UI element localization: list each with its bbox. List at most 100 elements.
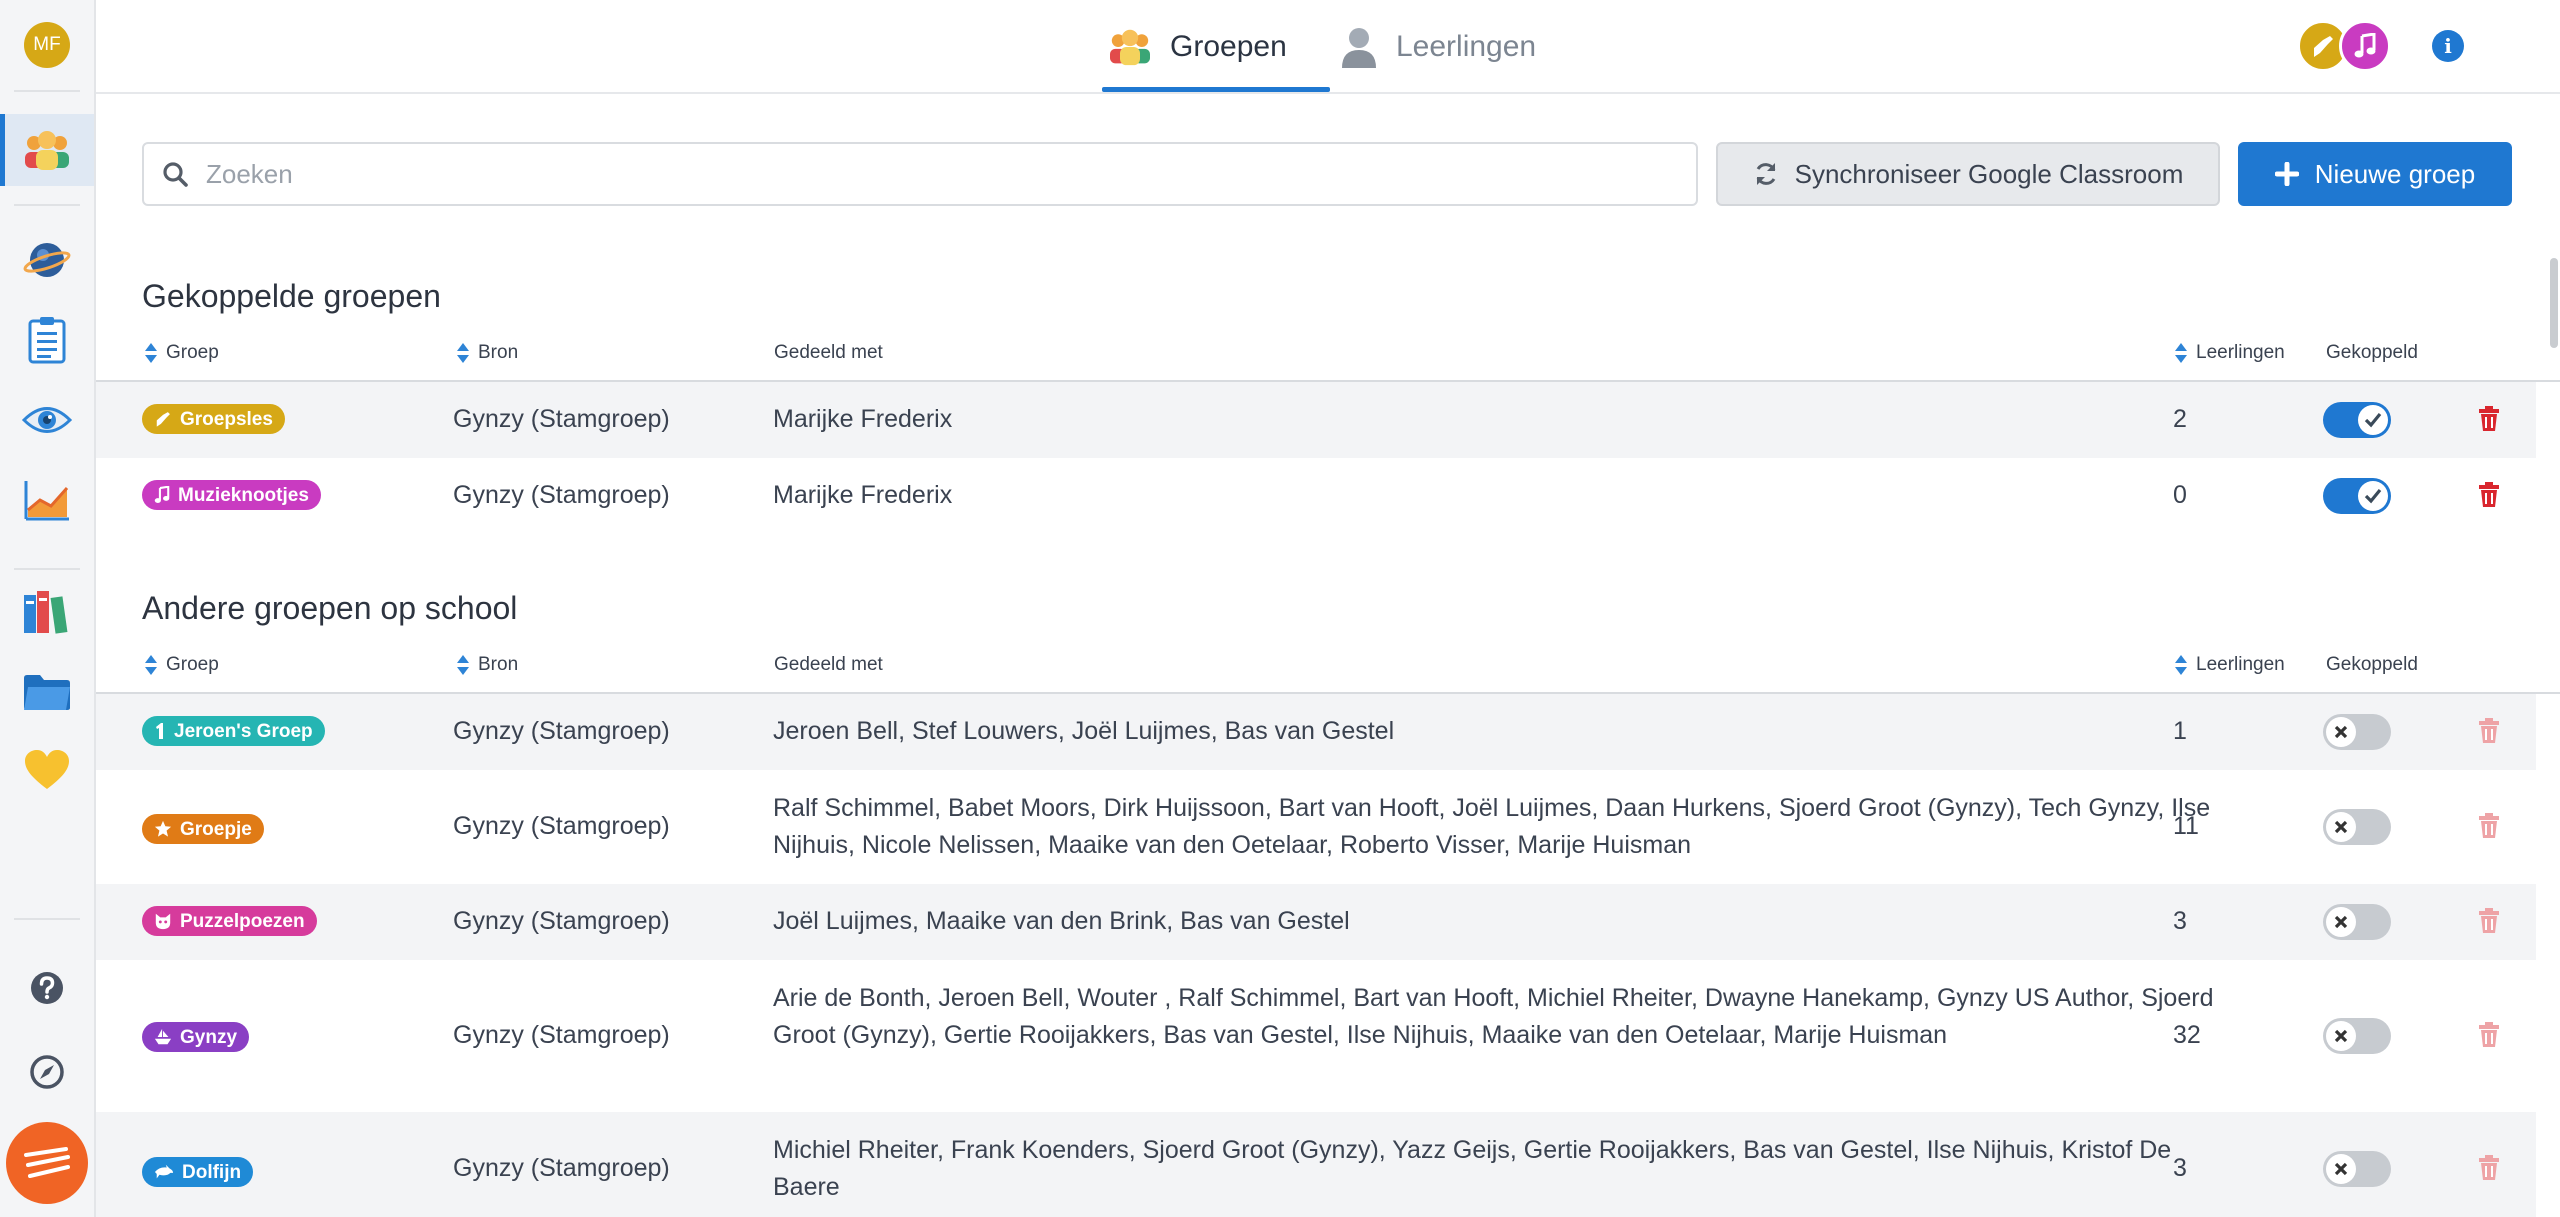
info-icon[interactable]: i — [2432, 30, 2464, 62]
sort-icon — [2175, 655, 2187, 675]
sidebar-item-help[interactable] — [0, 952, 94, 1024]
gynzy-logo-icon — [24, 1147, 70, 1178]
column-header-linked: Gekoppeld — [2326, 654, 2418, 675]
sidebar-divider — [14, 204, 80, 206]
linked-toggle[interactable] — [2323, 1151, 2391, 1187]
sort-icon — [145, 655, 157, 675]
delete-icon[interactable] — [2478, 813, 2500, 844]
number-one-icon — [156, 723, 163, 739]
sidebar-item-files[interactable] — [0, 656, 94, 728]
music-note-icon — [2354, 33, 2376, 58]
sidebar-item-library[interactable] — [0, 576, 94, 648]
sidebar-item-lessons[interactable] — [0, 224, 94, 296]
groups-icon — [1110, 29, 1150, 66]
delete-icon[interactable] — [2478, 406, 2500, 437]
linked-toggle[interactable] — [2323, 478, 2391, 514]
delete-icon[interactable] — [2478, 1022, 2500, 1053]
linked-toggle[interactable] — [2323, 809, 2391, 845]
group-badge[interactable]: Muzieknootjes — [142, 480, 321, 510]
group-badge[interactable]: Puzzelpoezen — [142, 906, 317, 936]
sidebar: MF — [0, 0, 96, 1217]
tab-groups-label: Groepen — [1170, 30, 1287, 63]
dolphin-icon — [154, 1164, 174, 1179]
group-badge[interactable]: Dolfijn — [142, 1157, 254, 1187]
column-header-group[interactable]: Groep — [144, 342, 219, 364]
table-row[interactable]: Dolfijn Gynzy (Stamgroep) Michiel Rheite… — [96, 1112, 2536, 1217]
books-icon — [24, 591, 68, 634]
column-header-source[interactable]: Bron — [456, 654, 518, 676]
sync-google-classroom-button[interactable]: Synchroniseer Google Classroom — [1716, 142, 2220, 206]
heart-icon — [25, 750, 69, 789]
delete-icon[interactable] — [2478, 718, 2500, 749]
compass-icon — [30, 1055, 64, 1089]
x-icon — [2326, 907, 2356, 937]
user-avatar[interactable]: MF — [24, 22, 70, 68]
student-count-cell: 3 — [2173, 907, 2187, 935]
tab-students-label: Leerlingen — [1396, 30, 1537, 63]
student-count-cell: 32 — [2173, 1021, 2201, 1049]
sidebar-item-observe[interactable] — [0, 384, 94, 456]
column-header-students[interactable]: Leerlingen — [2174, 342, 2285, 364]
new-group-button[interactable]: Nieuwe groep — [2238, 142, 2512, 206]
shared-with-cell: Jeroen Bell, Stef Louwers, Joël Luijmes,… — [773, 717, 1395, 745]
column-header-students[interactable]: Leerlingen — [2174, 654, 2285, 676]
chart-icon — [24, 481, 69, 521]
x-icon — [2326, 1021, 2356, 1051]
group-badge[interactable]: Groepje — [142, 814, 264, 844]
table-row[interactable]: Jeroen's Groep Gynzy (Stamgroep) Jeroen … — [96, 694, 2536, 770]
group-badge[interactable]: Gynzy — [142, 1022, 250, 1052]
delete-icon[interactable] — [2478, 908, 2500, 939]
linked-toggle[interactable] — [2323, 1018, 2391, 1054]
column-header-source[interactable]: Bron — [456, 342, 518, 364]
gynzy-logo[interactable] — [6, 1122, 88, 1204]
source-cell: Gynzy (Stamgroep) — [453, 1154, 670, 1182]
sidebar-item-results[interactable] — [0, 464, 94, 536]
student-count-cell: 3 — [2173, 1154, 2187, 1182]
linked-toggle[interactable] — [2323, 402, 2391, 438]
active-tab-indicator — [1102, 87, 1330, 92]
sidebar-item-explore[interactable] — [0, 1036, 94, 1108]
student-icon — [1342, 28, 1376, 68]
clipboard-icon — [28, 317, 66, 364]
x-icon — [2326, 717, 2356, 747]
tab-groups[interactable]: Groepen — [1108, 0, 1287, 94]
delete-icon[interactable] — [2478, 1155, 2500, 1186]
group-badge-muzieknootjes[interactable] — [2339, 20, 2391, 72]
linked-toggle[interactable] — [2323, 904, 2391, 940]
table-row[interactable]: Gynzy Gynzy (Stamgroep) Arie de Bonth, J… — [96, 960, 2536, 1112]
table-row[interactable]: Puzzelpoezen Gynzy (Stamgroep) Joël Luij… — [96, 884, 2536, 960]
sidebar-item-tasks[interactable] — [0, 304, 94, 376]
tab-students[interactable]: Leerlingen — [1340, 0, 1536, 94]
group-badge[interactable]: Jeroen's Groep — [142, 716, 325, 746]
sidebar-divider — [14, 918, 80, 920]
sort-icon — [457, 343, 469, 363]
source-cell: Gynzy (Stamgroep) — [453, 405, 670, 433]
cat-icon — [155, 913, 171, 930]
student-count-cell: 1 — [2173, 717, 2187, 745]
shared-with-cell: Arie de Bonth, Jeroen Bell, Wouter , Ral… — [773, 984, 2214, 1049]
search-input[interactable] — [206, 158, 1656, 190]
table-row[interactable]: Groepje Gynzy (Stamgroep) Ralf Schimmel,… — [96, 770, 2536, 884]
table-row[interactable]: Muzieknootjes Gynzy (Stamgroep) Marijke … — [96, 458, 2536, 534]
column-header-shared: Gedeeld met — [774, 654, 883, 675]
column-header-group[interactable]: Groep — [144, 654, 219, 676]
star-icon — [154, 820, 172, 837]
x-icon — [2326, 812, 2356, 842]
group-badge[interactable]: Groepsles — [142, 404, 285, 434]
linked-toggle[interactable] — [2323, 714, 2391, 750]
guitar-icon — [156, 412, 170, 427]
groups-icon — [25, 131, 69, 170]
delete-icon[interactable] — [2478, 482, 2500, 513]
scrollbar[interactable] — [2550, 258, 2558, 348]
section-title-linked: Gekoppelde groepen — [142, 278, 441, 314]
table-row[interactable]: Groepsles Gynzy (Stamgroep) Marijke Fred… — [96, 382, 2536, 458]
new-group-button-label: Nieuwe groep — [2314, 158, 2476, 189]
plus-icon — [2274, 162, 2299, 186]
section-title-other: Andere groepen op school — [142, 590, 518, 626]
student-count-cell: 11 — [2173, 812, 2199, 840]
sidebar-item-groups[interactable] — [0, 114, 94, 186]
sidebar-item-favorites[interactable] — [0, 734, 94, 806]
source-cell: Gynzy (Stamgroep) — [453, 907, 670, 935]
source-cell: Gynzy (Stamgroep) — [453, 812, 670, 840]
search-box — [142, 142, 1698, 206]
